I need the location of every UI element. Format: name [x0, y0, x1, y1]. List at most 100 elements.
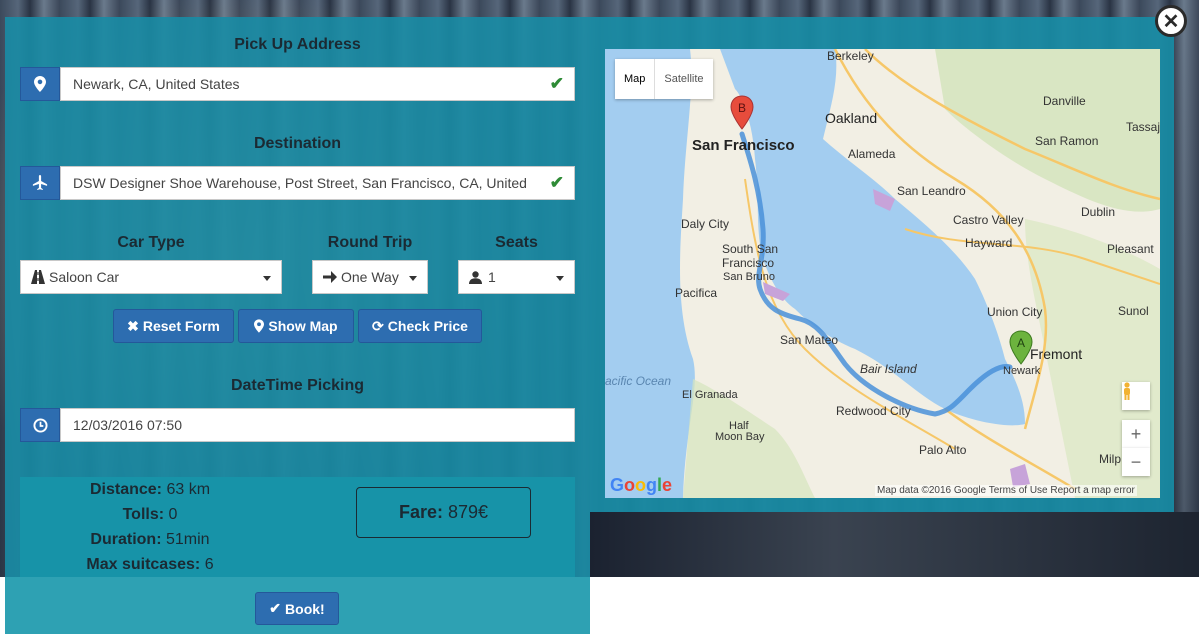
seats-title: Seats [495, 234, 538, 251]
map-label-half-moon-bay-2: Moon Bay [715, 431, 765, 443]
datetime-group: 12/03/2016 07:50 [20, 408, 575, 442]
chevron-down-icon [263, 276, 271, 281]
round-trip-select[interactable]: One Way [312, 260, 428, 294]
reset-form-label: Reset Form [142, 318, 220, 334]
check-icon: ✔ [549, 74, 564, 93]
pickup-input[interactable]: Newark, CA, United States ✔ [60, 67, 575, 101]
destination-input[interactable]: DSW Designer Shoe Warehouse, Post Street… [60, 166, 575, 200]
distance-value: 63 km [166, 481, 211, 498]
round-trip-value: One Way [341, 269, 399, 285]
map-label-newark: Newark [1003, 365, 1041, 377]
datetime-title: DateTime Picking [230, 377, 365, 394]
suitcases-line: Max suitcases: 6 [55, 556, 245, 574]
times-icon: ✖ [127, 317, 139, 334]
map-attribution[interactable]: Map data ©2016 Google Terms of Use Repor… [875, 485, 1137, 496]
map-label-union-city: Union City [987, 305, 1043, 319]
car-type-title: Car Type [117, 234, 185, 251]
check-price-button[interactable]: ⟳ Check Price [358, 309, 482, 343]
car-type-value: Saloon Car [49, 269, 120, 285]
fare-label: Fare: [398, 502, 443, 522]
distance-line: Distance: 63 km [55, 481, 245, 499]
pickup-title: Pick Up Address [234, 36, 361, 53]
map-label-dublin: Dublin [1081, 205, 1116, 219]
tolls-label: Tolls: [122, 506, 165, 523]
check-icon: ✔ [549, 173, 564, 192]
map-label-san-francisco: San Francisco [692, 137, 795, 154]
seats-value: 1 [488, 269, 496, 285]
marker-a-label: A [1017, 336, 1025, 350]
map-label-san-leandro: San Leandro [897, 184, 966, 198]
map-marker-icon [20, 67, 60, 101]
refresh-icon: ⟳ [372, 317, 384, 334]
car-type-select[interactable]: Saloon Car [20, 260, 282, 294]
map-tab[interactable]: Map [615, 59, 656, 99]
map-label-castro-valley: Castro Valley [953, 213, 1024, 227]
map-label-sunol: Sunol [1118, 304, 1149, 318]
map-label-milp: Milp [1099, 452, 1122, 466]
map-label-south-sf-2: Francisco [722, 256, 775, 270]
fare-value: 879€ [447, 502, 489, 522]
map-label-redwood-city: Redwood City [836, 404, 911, 418]
close-icon[interactable]: ✕ [1155, 5, 1187, 37]
show-map-button[interactable]: Show Map [238, 309, 354, 343]
duration-label: Duration: [90, 531, 162, 548]
map-label-pleasant: Pleasant [1107, 242, 1154, 256]
datetime-value: 12/03/2016 07:50 [73, 417, 182, 433]
chevron-down-icon [409, 276, 417, 281]
reset-form-button[interactable]: ✖ Reset Form [113, 309, 234, 343]
book-label: Book! [285, 600, 325, 617]
tolls-value: 0 [168, 506, 178, 523]
fare-box: Fare: 879€ [356, 487, 531, 538]
clock-icon [20, 408, 60, 442]
seats-select[interactable]: 1 [458, 260, 575, 294]
map-label-pacifica: Pacifica [675, 286, 718, 300]
map-label-pacific-ocean: acific Ocean [605, 374, 672, 388]
book-button[interactable]: ✔ Book! [255, 592, 339, 625]
tolls-line: Tolls: 0 [55, 506, 245, 524]
map-label-oakland: Oakland [825, 110, 878, 126]
destination-group: DSW Designer Shoe Warehouse, Post Street… [20, 166, 575, 200]
arrow-right-icon [323, 271, 337, 283]
datetime-input[interactable]: 12/03/2016 07:50 [60, 408, 575, 442]
map-label-bair-island: Bair Island [860, 362, 917, 376]
duration-line: Duration: 51min [55, 531, 245, 549]
map-label-fremont: Fremont [1030, 346, 1083, 362]
map-label-berkeley: Berkeley [827, 49, 874, 63]
satellite-tab[interactable]: Satellite [655, 59, 712, 99]
map-label-tassaj: Tassaj [1126, 120, 1160, 134]
suitcases-label: Max suitcases: [86, 556, 201, 573]
road-icon [31, 270, 45, 284]
destination-value: DSW Designer Shoe Warehouse, Post Street… [73, 175, 527, 191]
google-logo: Google [610, 475, 673, 495]
duration-value: 51min [165, 531, 210, 548]
map-label-san-ramon: San Ramon [1035, 134, 1099, 148]
map-label-palo-alto: Palo Alto [919, 443, 967, 457]
destination-title: Destination [253, 135, 342, 152]
map-type-toggle: Map Satellite [615, 59, 713, 99]
map-label-alameda: Alameda [848, 147, 896, 161]
zoom-out-button[interactable]: − [1122, 448, 1150, 476]
map-canvas: B A [605, 49, 1160, 498]
suitcases-value: 6 [204, 556, 214, 573]
check-icon: ✔ [269, 600, 282, 616]
check-price-label: Check Price [387, 318, 468, 334]
map-marker-icon [254, 319, 265, 333]
map-label-san-bruno: San Bruno [723, 271, 775, 283]
pickup-value: Newark, CA, United States [73, 76, 240, 92]
marker-b-label: B [738, 101, 746, 115]
pegman-icon[interactable] [1122, 382, 1150, 410]
map-label-danville: Danville [1043, 94, 1086, 108]
distance-label: Distance: [89, 481, 162, 498]
show-map-label: Show Map [268, 318, 338, 334]
chevron-down-icon [556, 276, 564, 281]
route-map[interactable]: B A Map Satellite Berkeley Oakland Alame… [605, 49, 1160, 498]
map-label-san-mateo: San Mateo [780, 333, 839, 347]
zoom-in-button[interactable]: + [1122, 420, 1150, 448]
pickup-group: Newark, CA, United States ✔ [20, 67, 575, 101]
map-label-daly-city: Daly City [681, 217, 730, 231]
map-label-south-sf-1: South San [722, 242, 779, 256]
street-shadow [590, 512, 1199, 577]
round-trip-title: Round Trip [327, 234, 413, 251]
map-label-el-granada: El Granada [682, 389, 738, 401]
user-icon [469, 270, 482, 284]
